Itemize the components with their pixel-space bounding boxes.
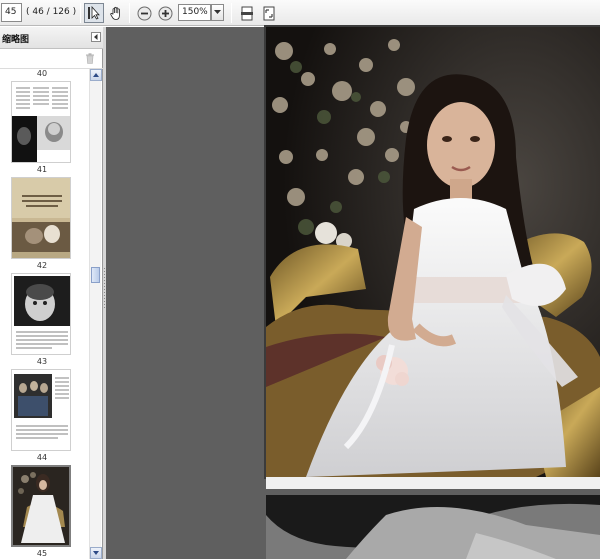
thumbnail-page-selected[interactable] (11, 465, 71, 547)
thumbnail-page-label: 42 (36, 261, 48, 270)
zoom-out-icon (137, 6, 151, 20)
select-tool-button[interactable] (84, 3, 104, 23)
page-number-input[interactable]: 45 (1, 3, 22, 22)
zoom-out-button[interactable] (134, 3, 154, 23)
fit-page-icon (263, 6, 275, 20)
page-photo (266, 27, 600, 477)
chevron-down-icon (214, 10, 221, 14)
thumbnail-page[interactable] (11, 369, 71, 451)
trash-icon[interactable] (85, 53, 95, 64)
page-thumbnail-image (12, 178, 70, 258)
page-thumbnail-image (12, 370, 70, 450)
toolbar-separator (129, 3, 130, 23)
toolbar-separator (231, 3, 232, 23)
photo-girl-in-white-dress (266, 27, 600, 477)
select-tool-icon (88, 6, 100, 20)
toolbar-separator (80, 3, 81, 23)
fit-width-button[interactable] (237, 3, 257, 23)
thumbnails-panel: 缩略图 40 41 42 43 44 45 (0, 27, 103, 559)
thumbnail-list: 40 41 42 43 44 45 (0, 69, 89, 559)
zoom-level-input[interactable]: 150% (178, 4, 211, 21)
thumbnail-page[interactable] (11, 273, 71, 355)
thumbnail-scrollbar[interactable] (89, 69, 102, 559)
panel-header: 缩略图 (0, 27, 103, 49)
scroll-thumb[interactable] (91, 267, 100, 283)
zoom-in-icon (158, 6, 172, 20)
panel-tools (0, 50, 103, 69)
chevron-up-icon (93, 73, 99, 77)
photo-next-page (266, 495, 600, 559)
fit-page-button[interactable] (259, 3, 279, 23)
hand-tool-icon (109, 6, 120, 20)
panel-close-button[interactable] (91, 32, 101, 42)
fit-width-icon (241, 6, 253, 20)
hand-tool-button[interactable] (106, 3, 126, 23)
document-view[interactable] (106, 25, 600, 559)
thumbnail-page-label: 41 (36, 165, 48, 174)
thumbnail-page[interactable] (11, 177, 71, 259)
toolbar: 45 ( 46 / 126 ) 150% (0, 0, 600, 26)
thumbnail-page-label: 43 (36, 357, 48, 366)
thumbnail-page-label: 45 (36, 549, 48, 558)
page-margin (266, 477, 600, 489)
page-count-label: ( 46 / 126 ) (26, 7, 77, 17)
scroll-down-button[interactable] (90, 547, 102, 559)
splitter-grip[interactable] (104, 268, 105, 308)
panel-title: 缩略图 (2, 35, 30, 45)
thumbnail-page-label: 40 (36, 69, 48, 78)
thumbnail-page[interactable] (11, 81, 71, 163)
zoom-in-button[interactable] (155, 3, 175, 23)
scroll-up-button[interactable] (90, 69, 102, 81)
zoom-dropdown-button[interactable] (211, 4, 224, 21)
page-thumbnail-image (13, 467, 69, 545)
page-thumbnail-image (12, 82, 70, 162)
thumbnail-page-label: 44 (36, 453, 48, 462)
chevron-left-icon (94, 34, 98, 40)
chevron-down-icon (93, 551, 99, 555)
page-thumbnail-image (12, 274, 70, 354)
next-page-photo (266, 495, 600, 559)
